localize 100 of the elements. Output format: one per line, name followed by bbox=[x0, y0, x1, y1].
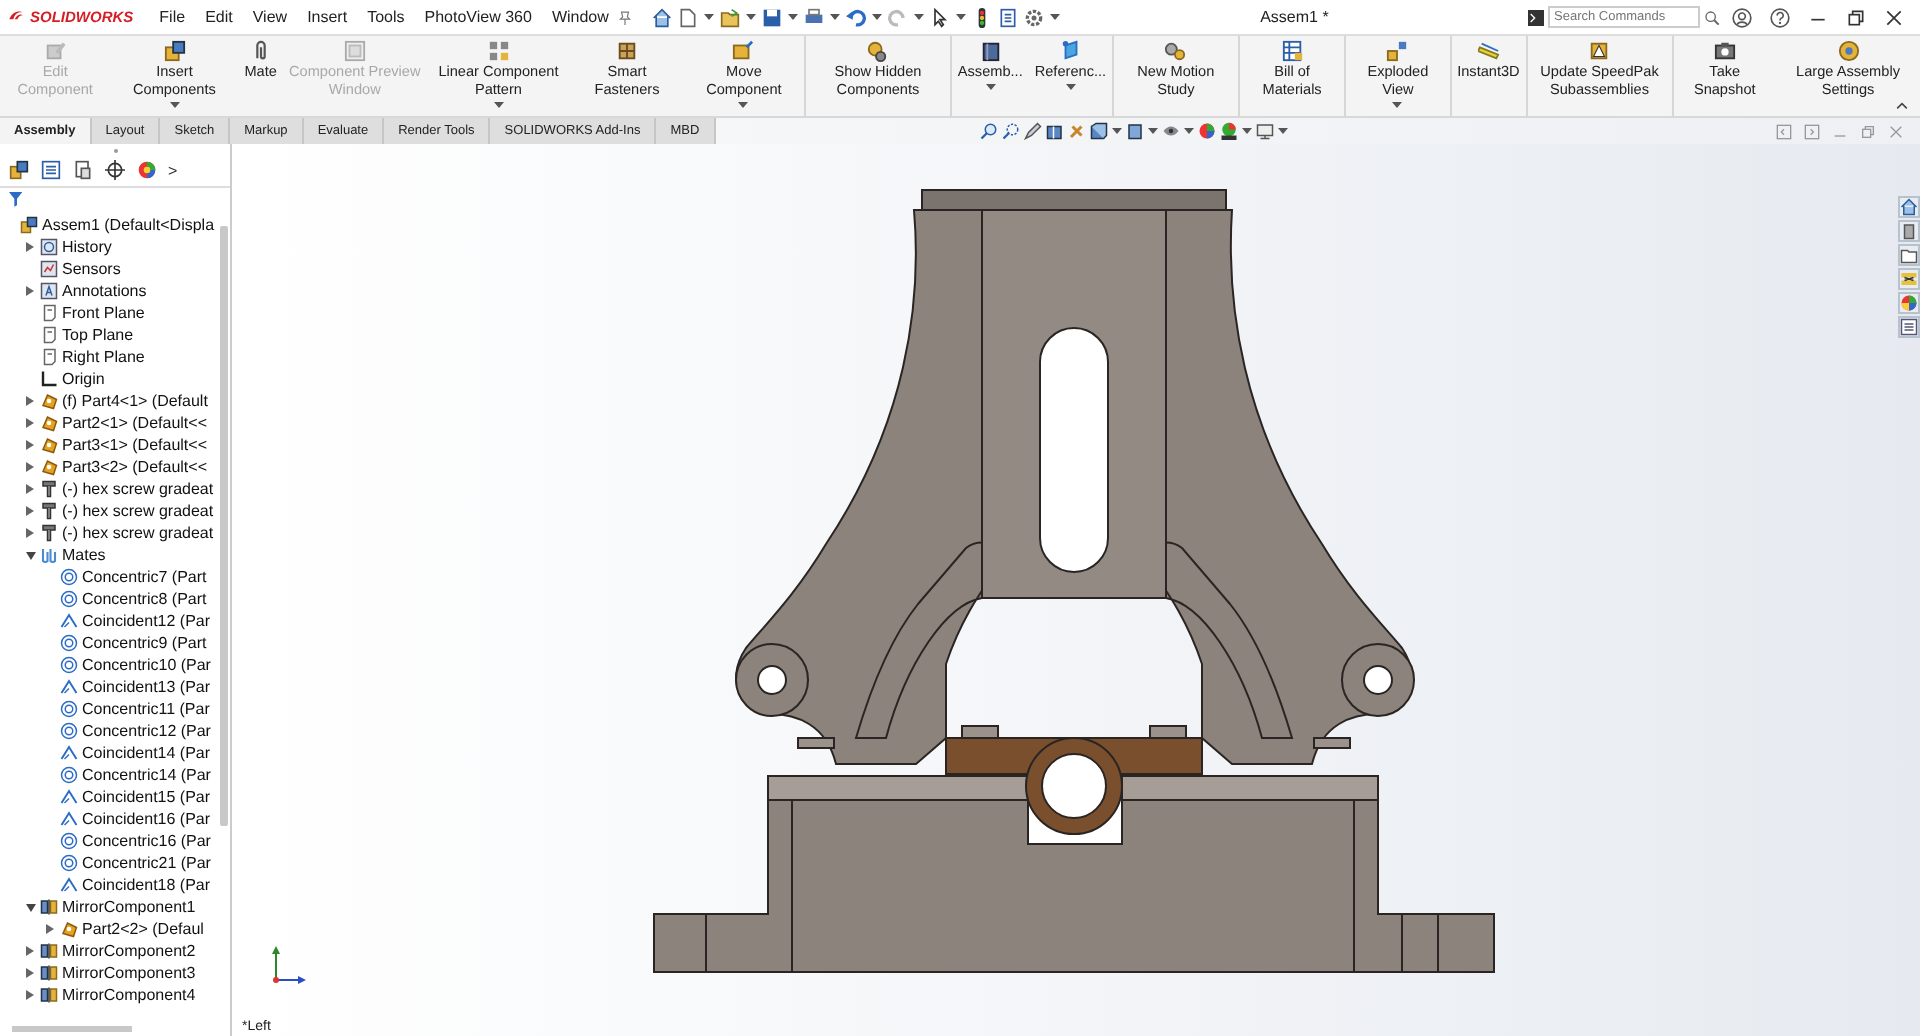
zoom-to-area-icon[interactable] bbox=[1001, 122, 1020, 140]
close-icon[interactable] bbox=[1884, 7, 1904, 27]
grip-icon[interactable] bbox=[109, 147, 121, 153]
tree-item[interactable]: Part3<2> (Default<< bbox=[62, 458, 207, 476]
more-tabs-arrow[interactable]: > bbox=[168, 161, 178, 179]
tree-item[interactable]: Concentric12 (Par bbox=[82, 722, 211, 740]
menu-item[interactable]: View bbox=[242, 8, 298, 26]
tree-item[interactable]: MirrorComponent1 bbox=[62, 898, 196, 916]
layers-icon[interactable] bbox=[1898, 268, 1920, 290]
tree-item[interactable]: Concentric16 (Par bbox=[82, 832, 211, 850]
tree-item[interactable]: Concentric7 (Part bbox=[82, 568, 207, 586]
tree-item[interactable]: Part3<1> (Default<< bbox=[62, 436, 207, 454]
collapse-arrow-icon[interactable] bbox=[25, 551, 35, 559]
print-icon[interactable] bbox=[804, 7, 825, 27]
tree-item[interactable]: Concentric10 (Par bbox=[82, 656, 211, 674]
tree-item[interactable]: Concentric9 (Part bbox=[82, 634, 207, 652]
tree-item[interactable]: Concentric21 (Par bbox=[82, 854, 211, 872]
tree-item[interactable]: Top Plane bbox=[62, 326, 134, 344]
tree-item[interactable]: Assem1 (Default<Displa bbox=[42, 216, 215, 234]
menu-item[interactable]: Tools bbox=[357, 8, 415, 26]
caret-icon[interactable] bbox=[1392, 102, 1403, 110]
tree-item[interactable]: Coincident13 (Par bbox=[82, 678, 211, 696]
menu-item[interactable]: PhotoView 360 bbox=[414, 8, 542, 26]
tree-item[interactable]: Concentric14 (Par bbox=[82, 766, 211, 784]
tree-item[interactable]: Coincident12 (Par bbox=[82, 612, 211, 630]
caret-icon[interactable] bbox=[1277, 127, 1288, 135]
tree-item[interactable]: Part2<2> (Defaul bbox=[82, 920, 204, 938]
tree-item[interactable]: History bbox=[62, 238, 112, 256]
caret-icon[interactable] bbox=[1111, 127, 1122, 135]
tree-item[interactable]: Coincident15 (Par bbox=[82, 788, 211, 806]
caret-icon[interactable] bbox=[704, 13, 715, 21]
eye-icon[interactable] bbox=[1161, 122, 1180, 140]
caret-icon[interactable] bbox=[1147, 127, 1158, 135]
caret-icon[interactable] bbox=[169, 102, 180, 110]
expand-arrow-icon[interactable] bbox=[26, 242, 34, 252]
restore-icon[interactable] bbox=[1846, 7, 1866, 27]
collapse-arrow-icon[interactable] bbox=[25, 903, 35, 911]
expand-arrow-icon[interactable] bbox=[26, 462, 34, 472]
property-manager-icon[interactable] bbox=[40, 160, 62, 180]
caret-icon[interactable] bbox=[872, 13, 883, 21]
caret-icon[interactable] bbox=[914, 13, 925, 21]
scrollbar[interactable] bbox=[220, 226, 228, 826]
caret-icon[interactable] bbox=[1050, 13, 1061, 21]
caret-icon[interactable] bbox=[738, 102, 749, 110]
caret-icon[interactable] bbox=[746, 13, 757, 21]
assembly-tab-icon[interactable] bbox=[8, 160, 30, 180]
scene-sphere-icon[interactable] bbox=[1219, 122, 1238, 140]
list-icon[interactable] bbox=[1898, 316, 1920, 338]
tree-item[interactable]: Coincident16 (Par bbox=[82, 810, 211, 828]
caret-icon[interactable] bbox=[493, 102, 504, 110]
caret-icon[interactable] bbox=[788, 13, 799, 21]
caret-icon[interactable] bbox=[956, 13, 967, 21]
caret-icon[interactable] bbox=[1241, 127, 1252, 135]
home-icon[interactable] bbox=[652, 7, 673, 27]
dimxpert-icon[interactable] bbox=[104, 160, 126, 180]
zoom-to-fit-icon[interactable] bbox=[979, 122, 998, 140]
cube-icon[interactable] bbox=[1089, 122, 1108, 140]
filter-icon[interactable] bbox=[8, 192, 26, 208]
tree-item[interactable]: Coincident18 (Par bbox=[82, 876, 211, 894]
expand-arrow-icon[interactable] bbox=[26, 396, 34, 406]
tree-item[interactable]: MirrorComponent4 bbox=[62, 986, 196, 1004]
configuration-icon[interactable] bbox=[72, 160, 94, 180]
tree-item[interactable]: Part2<1> (Default<< bbox=[62, 414, 207, 432]
cursor-arrow-icon[interactable] bbox=[930, 7, 951, 27]
gear-icon[interactable] bbox=[1024, 7, 1045, 27]
caret-icon[interactable] bbox=[1183, 127, 1194, 135]
pin-icon[interactable] bbox=[618, 9, 633, 25]
tree-item[interactable]: Right Plane bbox=[62, 348, 145, 366]
tree-item[interactable]: MirrorComponent2 bbox=[62, 942, 196, 960]
color-wheel-icon[interactable] bbox=[1898, 292, 1920, 314]
menu-item[interactable]: Window bbox=[541, 8, 619, 26]
tree-item[interactable]: Sensors bbox=[62, 260, 121, 278]
tree-item[interactable]: Origin bbox=[62, 370, 105, 388]
help-icon[interactable] bbox=[1770, 7, 1790, 27]
expand-arrow-icon[interactable] bbox=[46, 924, 54, 934]
scrollbar[interactable] bbox=[12, 1026, 132, 1032]
save-icon[interactable] bbox=[762, 7, 783, 27]
new-document-icon[interactable] bbox=[678, 7, 699, 27]
tree-item[interactable]: Annotations bbox=[62, 282, 147, 300]
expand-arrow-icon[interactable] bbox=[26, 484, 34, 494]
appearance-icon[interactable] bbox=[136, 160, 158, 180]
collapse-ribbon-icon[interactable] bbox=[1896, 102, 1908, 110]
pencil-icon[interactable] bbox=[1023, 122, 1042, 140]
color-sphere-icon[interactable] bbox=[1197, 122, 1216, 140]
expand-arrow-icon[interactable] bbox=[26, 440, 34, 450]
undo-icon[interactable] bbox=[846, 7, 867, 27]
folder-icon[interactable] bbox=[1898, 244, 1920, 266]
menu-item[interactable]: Edit bbox=[195, 8, 243, 26]
tree-item[interactable]: Concentric11 (Par bbox=[82, 700, 210, 718]
tree-item[interactable]: (-) hex screw gradeat bbox=[62, 480, 214, 498]
tree-item[interactable]: (-) hex screw gradeat bbox=[62, 502, 214, 520]
expand-arrow-icon[interactable] bbox=[26, 286, 34, 296]
home-icon[interactable] bbox=[1898, 196, 1920, 218]
menu-item[interactable]: File bbox=[149, 8, 196, 26]
monitor-icon[interactable] bbox=[1255, 122, 1274, 140]
expand-arrow-icon[interactable] bbox=[26, 418, 34, 428]
tree-item[interactable]: (-) hex screw gradeat bbox=[62, 524, 214, 542]
document-list-icon[interactable] bbox=[998, 7, 1019, 27]
user-icon[interactable] bbox=[1732, 7, 1752, 27]
section-cube-icon[interactable] bbox=[1045, 122, 1064, 140]
